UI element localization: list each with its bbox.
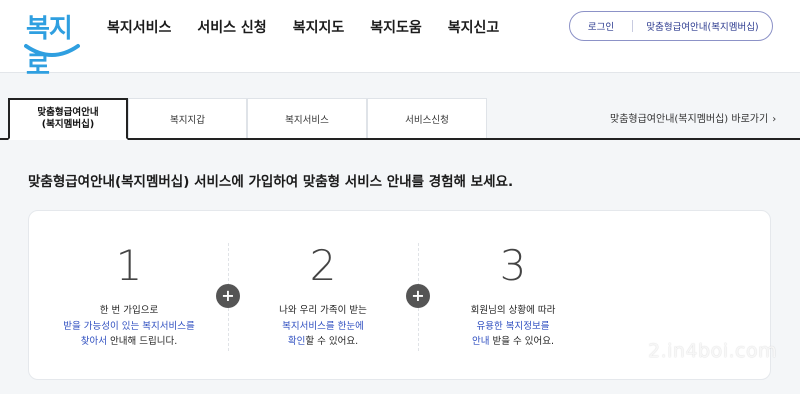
tab-membership-line2: (복지멤버십): [41, 119, 95, 130]
step-line3: 안내해 드립니다.: [106, 336, 178, 348]
nav-welfare-map[interactable]: 복지지도: [293, 17, 345, 37]
step-line2: 받을 가능성이 있는 복지서비스를: [63, 320, 195, 332]
tab-welfare-wallet[interactable]: 복지지갑: [128, 98, 247, 138]
membership-link[interactable]: 맞춤형급여안내(복지멤버십): [633, 19, 772, 33]
nav-welfare-report[interactable]: 복지신고: [448, 17, 500, 37]
site-header: 복지로 복지서비스 서비스 신청 복지지도 복지도움 복지신고 로그인 맞춤형급…: [0, 0, 800, 81]
util-menu: 로그인 맞춤형급여안내(복지멤버십): [569, 11, 773, 41]
nav-welfare-help[interactable]: 복지도움: [370, 17, 422, 37]
step-number: 1: [115, 241, 143, 290]
logo-smile-icon: [24, 44, 80, 57]
page-headline: 맞춤형급여안내(복지멤버십) 서비스에 가입하여 맞춤형 서비스 안내를 경험해…: [28, 174, 514, 190]
step-line2: 복지서비스를 한눈에: [282, 320, 364, 332]
step-number: 3: [499, 241, 527, 290]
logo[interactable]: 복지로: [22, 6, 86, 81]
tab-membership[interactable]: 맞춤형급여안내 (복지멤버십): [8, 98, 128, 140]
step-line3-highlight: 찾아서: [80, 336, 107, 348]
step-description: 회원님의 상황에 따라 유용한 복지정보를 안내 받을 수 있어요.: [418, 303, 608, 350]
tab-service-apply[interactable]: 서비스신청: [367, 98, 487, 138]
step-line3-highlight: 확인: [287, 336, 306, 348]
tab-welfare-services[interactable]: 복지서비스: [247, 98, 367, 138]
tab-bar: 맞춤형급여안내 (복지멤버십) 복지지갑 복지서비스 서비스신청 맞춤형급여안내…: [0, 98, 800, 140]
step-2: 2 나와 우리 가족이 받는 복지서비스를 한눈에 확인할 수 있어요.: [228, 211, 418, 381]
shortcut-label: 맞춤형급여안내(복지멤버십) 바로가기: [610, 114, 769, 125]
step-description: 한 번 가입으로 받을 가능성이 있는 복지서비스를 찾아서 안내해 드립니다.: [34, 303, 224, 350]
membership-shortcut-link[interactable]: 맞춤형급여안내(복지멤버십) 바로가기 ›: [610, 110, 776, 125]
tab-welfare-wallet-label: 복지지갑: [170, 114, 205, 126]
step-3: 3 회원님의 상황에 따라 유용한 복지정보를 안내 받을 수 있어요.: [418, 211, 608, 381]
chevron-right-icon: ›: [772, 114, 777, 125]
watermark: 2.in4boi.com: [648, 340, 778, 362]
main-nav: 복지서비스 서비스 신청 복지지도 복지도움 복지신고: [107, 17, 525, 37]
step-description: 나와 우리 가족이 받는 복지서비스를 한눈에 확인할 수 있어요.: [228, 303, 418, 350]
tab-service-apply-label: 서비스신청: [405, 114, 449, 126]
step-line1: 회원님의 상황에 따라: [470, 305, 556, 316]
step-1: 1 한 번 가입으로 받을 가능성이 있는 복지서비스를 찾아서 안내해 드립니…: [34, 211, 224, 381]
login-link[interactable]: 로그인: [570, 19, 632, 33]
step-line3-highlight: 안내: [471, 336, 490, 348]
step-line2: 유용한 복지정보를: [476, 320, 550, 332]
nav-welfare-services[interactable]: 복지서비스: [107, 17, 171, 37]
step-line1: 한 번 가입으로: [99, 305, 159, 316]
tab-welfare-services-label: 복지서비스: [285, 114, 329, 126]
step-line3: 받을 수 있어요.: [489, 336, 554, 348]
tab-membership-line1: 맞춤형급여안내: [37, 107, 99, 119]
step-line3: 할 수 있어요.: [305, 336, 359, 348]
nav-service-apply[interactable]: 서비스 신청: [197, 17, 266, 37]
step-number: 2: [309, 241, 337, 290]
step-line1: 나와 우리 가족이 받는: [279, 305, 367, 316]
